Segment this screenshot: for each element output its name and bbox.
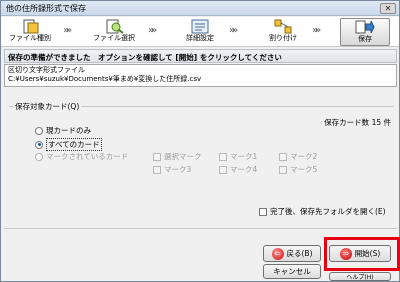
checkbox[interactable] bbox=[259, 207, 267, 216]
checkbox-label: マーク4 bbox=[230, 165, 258, 174]
step-label: 割り付け bbox=[269, 34, 297, 42]
step-label: ファイル選択 bbox=[93, 34, 135, 42]
radio-button[interactable] bbox=[35, 126, 43, 135]
checkbox-label: マーク3 bbox=[164, 165, 192, 174]
checkbox-label: マーク2 bbox=[290, 152, 318, 161]
checkbox-label: マーク1 bbox=[230, 152, 258, 161]
step-arrow: »» bbox=[229, 25, 238, 36]
file-select-icon bbox=[106, 19, 124, 34]
radio-all-cards[interactable]: すべてのカード bbox=[35, 138, 102, 151]
checkbox-mark1[interactable]: マーク1 bbox=[219, 151, 257, 162]
wizard-steps: ファイル種別 »» ファイル選択 »» 詳細設定 »» 割り付け »» 保存 bbox=[1, 17, 399, 47]
checkbox[interactable] bbox=[153, 165, 161, 174]
step-arrow: »» bbox=[63, 25, 72, 36]
checkbox-label: 選択マーク bbox=[164, 152, 202, 161]
step-details[interactable]: 詳細設定 bbox=[175, 18, 225, 46]
checkbox[interactable] bbox=[153, 152, 161, 161]
step-file-type[interactable]: ファイル種別 bbox=[5, 18, 55, 46]
checkbox[interactable] bbox=[219, 165, 227, 174]
back-arrow-icon: ⇐ bbox=[271, 247, 284, 260]
instruction-text: 保存の準備ができました オプションを確認して [開始] をクリックしてください bbox=[8, 53, 282, 62]
file-format: 区切り文字形式ファイル bbox=[8, 66, 85, 74]
radio-current-card[interactable]: 現カードのみ bbox=[35, 125, 91, 136]
radio-label: 現カードのみ bbox=[46, 126, 91, 135]
open-folder-checkbox[interactable]: 完了後、保存先フォルダを開く(E) bbox=[259, 206, 386, 217]
step-mapping[interactable]: 割り付け bbox=[258, 18, 308, 46]
step-label: ファイル種別 bbox=[9, 34, 51, 42]
file-type-icon bbox=[23, 19, 39, 34]
back-label: 戻る(B) bbox=[286, 249, 313, 258]
radio-button-selected[interactable] bbox=[35, 140, 43, 149]
step-arrow: »» bbox=[148, 25, 157, 36]
radio-label: マークされているカード bbox=[46, 152, 129, 161]
save-dialog: 他の住所録形式で保存 ✕ ファイル種別 »» ファイル選択 »» 詳細設定 »»… bbox=[0, 0, 400, 282]
checkbox[interactable] bbox=[219, 152, 227, 161]
file-path: C:¥Users¥suzuk¥Documents¥筆まめ¥変換した住所録.csv bbox=[8, 75, 202, 83]
checkbox-mark4[interactable]: マーク4 bbox=[219, 164, 257, 175]
checkbox-mark5[interactable]: マーク5 bbox=[279, 164, 317, 175]
checkbox[interactable] bbox=[279, 152, 287, 161]
checkbox-label: マーク5 bbox=[290, 165, 318, 174]
cancel-label: キャンセル bbox=[273, 267, 311, 276]
details-icon bbox=[191, 19, 209, 34]
step-file-select[interactable]: ファイル選択 bbox=[89, 18, 139, 46]
file-info-box: 区切り文字形式ファイル C:¥Users¥suzuk¥Documents¥筆まめ… bbox=[4, 64, 397, 87]
target-cards-group-label: 保存対象カード(Q) bbox=[13, 101, 82, 112]
close-button[interactable]: ✕ bbox=[380, 3, 396, 14]
step-save[interactable]: 保存 bbox=[340, 18, 390, 46]
step-label: 保存 bbox=[358, 35, 372, 43]
step-arrow: »» bbox=[312, 25, 321, 36]
window-title: 他の住所録形式で保存 bbox=[6, 4, 86, 13]
title-bar: 他の住所録形式で保存 ✕ bbox=[1, 1, 399, 16]
start-highlight-frame bbox=[324, 237, 400, 271]
checkbox-label: 完了後、保存先フォルダを開く(E) bbox=[270, 207, 386, 216]
footer-divider bbox=[4, 228, 397, 229]
help-button[interactable]: ヘルプ(H) bbox=[329, 272, 391, 281]
checkbox-mark3[interactable]: マーク3 bbox=[153, 164, 191, 175]
checkbox[interactable] bbox=[279, 165, 287, 174]
cancel-button[interactable]: キャンセル bbox=[263, 264, 321, 279]
checkbox-mark2[interactable]: マーク2 bbox=[279, 151, 317, 162]
instruction-bar: 保存の準備ができました オプションを確認して [開始] をクリックしてください bbox=[4, 49, 397, 63]
mapping-icon bbox=[274, 19, 292, 34]
back-button[interactable]: ⇐ 戻る(B) bbox=[263, 245, 321, 262]
radio-marked-cards[interactable]: マークされているカード bbox=[35, 151, 128, 162]
radio-button[interactable] bbox=[35, 152, 43, 161]
saved-card-count: 保存カード数 15 件 bbox=[324, 118, 391, 127]
help-label: ヘルプ(H) bbox=[346, 274, 374, 281]
save-icon bbox=[355, 20, 375, 34]
step-label: 詳細設定 bbox=[186, 34, 214, 42]
checkbox-select-mark[interactable]: 選択マーク bbox=[153, 151, 202, 162]
radio-label: すべてのカード bbox=[46, 138, 102, 151]
